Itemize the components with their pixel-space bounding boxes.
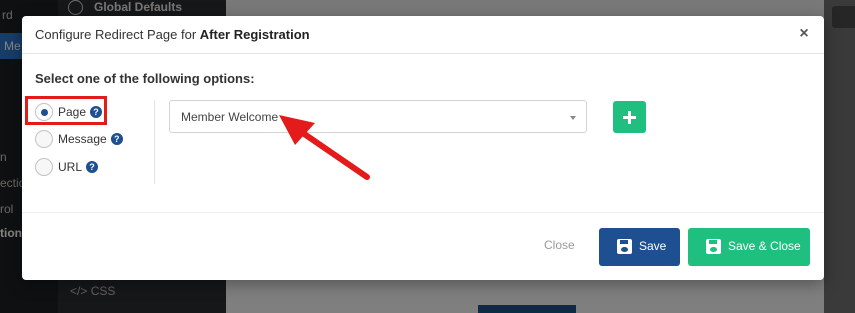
floppy-icon <box>617 239 632 254</box>
close-icon[interactable]: × <box>796 25 812 43</box>
help-icon[interactable]: ? <box>86 161 99 173</box>
radio-page[interactable] <box>35 103 53 121</box>
modal-title: Configure Redirect Page for After Regist… <box>35 27 310 42</box>
option-message[interactable]: Message ? <box>35 129 123 149</box>
radio-url[interactable] <box>35 158 53 176</box>
option-url-label: URL <box>58 160 83 174</box>
redirect-config-modal: Configure Redirect Page for After Regist… <box>22 16 824 280</box>
save-and-close-button[interactable]: Save & Close <box>688 228 810 266</box>
footer-divider <box>22 212 824 213</box>
chevron-down-icon <box>570 116 576 120</box>
section-label: Select one of the following options: <box>35 71 255 86</box>
save-button-label: Save <box>639 239 667 253</box>
option-url[interactable]: URL ? <box>35 157 99 177</box>
floppy-icon <box>706 239 721 254</box>
add-page-button[interactable] <box>613 101 646 133</box>
radio-message[interactable] <box>35 130 53 148</box>
option-page-label: Page <box>58 105 87 119</box>
option-page[interactable]: Page ? <box>35 102 103 122</box>
annotation-arrow-icon <box>279 115 370 180</box>
save-and-close-label: Save & Close <box>728 239 801 253</box>
option-message-label: Message <box>58 132 107 146</box>
modal-title-bold: After Registration <box>199 27 310 42</box>
help-icon[interactable]: ? <box>110 133 123 145</box>
page-select-value: Member Welcome <box>181 110 279 124</box>
close-button[interactable]: Close <box>544 238 575 252</box>
options-divider <box>154 100 155 184</box>
modal-header: Configure Redirect Page for After Regist… <box>22 16 824 54</box>
save-button[interactable]: Save <box>599 228 680 266</box>
help-icon[interactable]: ? <box>90 106 103 118</box>
